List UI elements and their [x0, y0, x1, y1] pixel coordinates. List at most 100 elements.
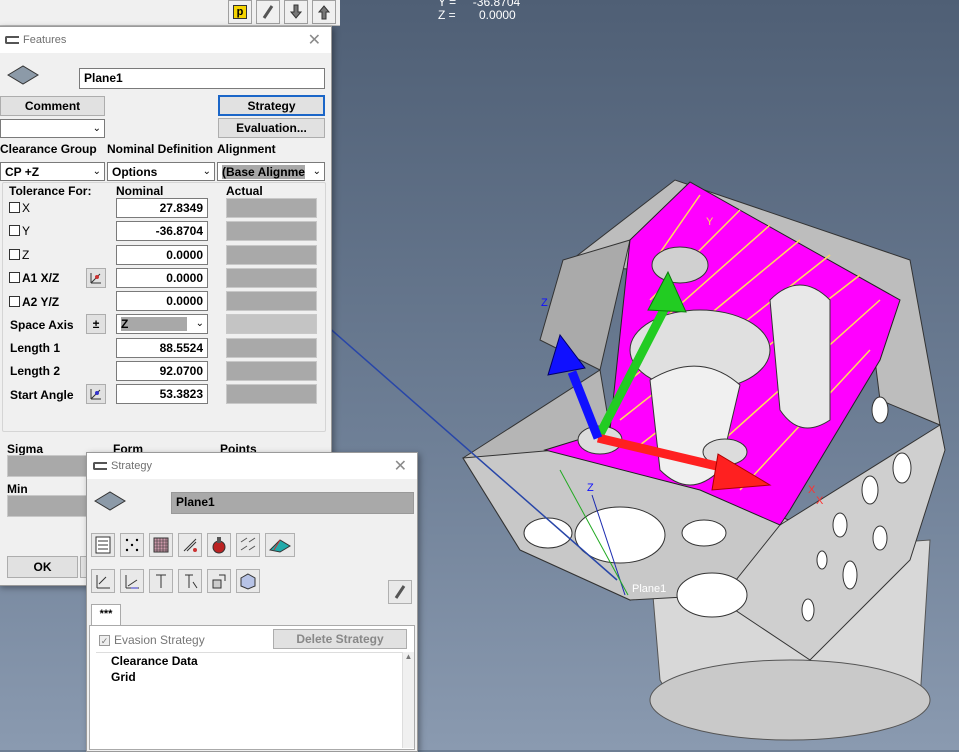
features-titlebar: Features ✕	[0, 27, 331, 53]
plane-icon	[6, 64, 40, 85]
actual-z-field	[226, 245, 317, 265]
tab-stars[interactable]: ***	[91, 604, 121, 626]
row-a1-label: A1 X/Z	[22, 271, 60, 285]
actual-length1-field	[226, 338, 317, 358]
nominal-column-label: Nominal	[116, 184, 164, 198]
align-y-icon[interactable]	[120, 569, 144, 593]
tree-item-grid[interactable]: Grid	[111, 670, 136, 684]
tab-stars-label: ***	[99, 608, 113, 620]
tolerance-for-label: Tolerance For:	[9, 184, 92, 198]
alignment-value: (Base Alignme	[222, 165, 305, 179]
feature-name-input[interactable]: Plane1	[79, 68, 325, 89]
space-axis-label: Space Axis	[10, 318, 74, 332]
length1-input[interactable]: 88.5524	[116, 338, 208, 358]
alignment-label: Alignment	[217, 142, 276, 156]
pattern-icon[interactable]	[236, 533, 260, 557]
delete-strategy-button[interactable]: Delete Strategy	[273, 629, 407, 649]
start-angle-input[interactable]: 53.3823	[116, 384, 208, 404]
actual-column-label: Actual	[226, 184, 263, 198]
space-axis-value: Z	[121, 317, 187, 331]
evasion-strategy-checkbox[interactable]: ✓ Evasion Strategy	[99, 633, 205, 647]
align-z-icon[interactable]	[149, 569, 173, 593]
strategy-window-icon	[93, 462, 107, 470]
close-icon[interactable]: ✕	[308, 30, 321, 50]
tolerance-a1-checkbox[interactable]: A1 X/Z	[9, 271, 59, 285]
clearance-group-select[interactable]: CP +Z ⌄	[0, 162, 105, 181]
plane-label: Plane1	[632, 583, 667, 595]
tolerance-a2-checkbox[interactable]: A2 Y/Z	[9, 295, 59, 309]
axis-label-y: Y	[706, 216, 714, 228]
actual-y-field	[226, 221, 317, 241]
pencil-icon[interactable]	[256, 0, 280, 24]
row-z-label: Z	[22, 248, 30, 262]
chevron-down-icon: ⌄	[312, 166, 321, 177]
actual-length2-field	[226, 361, 317, 381]
strategy-name-field: Plane1	[171, 492, 414, 514]
plus-minus-button[interactable]: ±	[86, 314, 106, 334]
feature-type-select[interactable]: ⌄	[0, 119, 105, 138]
alignment-select[interactable]: (Base Alignme ⌄	[217, 162, 325, 181]
actual-start-angle-field	[226, 384, 317, 404]
nominal-a2-input[interactable]: 0.0000	[116, 291, 208, 311]
nominal-z-input[interactable]: 0.0000	[116, 245, 208, 265]
axis-label-x: X	[808, 484, 816, 496]
clearance-group-value: CP +Z	[5, 165, 40, 179]
space-axis-select[interactable]: Z ⌄	[116, 314, 208, 334]
surface-scan-icon[interactable]	[265, 533, 295, 557]
grid-icon[interactable]	[149, 533, 173, 557]
length1-label: Length 1	[10, 341, 60, 355]
align-t-icon[interactable]	[178, 569, 202, 593]
length2-label: Length 2	[10, 364, 60, 378]
nominal-definition-select[interactable]: Options ⌄	[107, 162, 215, 181]
features-window-icon	[5, 36, 19, 44]
axis-label-z-bottom: Z	[587, 482, 594, 494]
arrow-down-icon[interactable]	[284, 0, 308, 24]
p-button[interactable]: p	[228, 0, 252, 24]
p-label: p	[232, 5, 248, 19]
angle-pick-icon-2[interactable]	[86, 384, 106, 404]
arrow-up-icon[interactable]	[312, 0, 336, 24]
evaluation-button[interactable]: Evaluation...	[218, 118, 325, 138]
ok-button[interactable]: OK	[7, 556, 78, 578]
strategy-title: Strategy	[111, 460, 152, 472]
tolerance-z-checkbox[interactable]: Z	[9, 248, 29, 262]
chevron-down-icon: ⌄	[92, 166, 101, 177]
sigma-field	[7, 455, 92, 477]
angle-pick-icon[interactable]	[86, 268, 106, 288]
align-x-icon[interactable]	[91, 569, 115, 593]
comment-button[interactable]: Comment	[0, 96, 105, 116]
scan-line-icon[interactable]	[178, 533, 202, 557]
min-label: Min	[7, 482, 28, 496]
cube-icon[interactable]	[236, 569, 260, 593]
actual-a1-field	[226, 268, 317, 288]
sigma-label: Sigma	[7, 442, 44, 456]
nominal-y-input[interactable]: -36.8704	[116, 221, 208, 241]
chevron-down-icon: ⌄	[195, 318, 204, 329]
nominal-definition-label: Nominal Definition	[107, 142, 213, 156]
length2-input[interactable]: 92.0700	[116, 361, 208, 381]
nominal-x-input[interactable]: 27.8349	[116, 198, 208, 218]
list-icon[interactable]	[91, 533, 115, 557]
min-field	[7, 495, 92, 517]
tolerance-y-checkbox[interactable]: Y	[9, 224, 30, 238]
tree-item-clearance-data[interactable]: Clearance Data	[111, 654, 198, 668]
evasion-strategy-label: Evasion Strategy	[114, 633, 205, 647]
strategy-button[interactable]: Strategy	[218, 95, 325, 116]
readout-z: Z = 0.0000	[438, 8, 516, 22]
close-icon[interactable]: ✕	[394, 456, 407, 476]
actual-a2-field	[226, 291, 317, 311]
scrollbar[interactable]: ▲	[402, 652, 414, 748]
transform-icon[interactable]	[207, 569, 231, 593]
clearance-group-label: Clearance Group	[0, 142, 97, 156]
tolerance-x-checkbox[interactable]: X	[9, 201, 30, 215]
chevron-down-icon: ⌄	[202, 166, 211, 177]
plane-icon	[93, 490, 127, 511]
nominal-a1-input[interactable]: 0.0000	[116, 268, 208, 288]
axis-label-z-top: Z	[541, 297, 548, 309]
edit-pencil-icon[interactable]	[388, 580, 412, 604]
probe-icon[interactable]	[207, 533, 231, 557]
coordinate-readout: Y = -36.8704 Z = 0.0000	[438, 0, 520, 22]
points-icon[interactable]	[120, 533, 144, 557]
row-a2-label: A2 Y/Z	[22, 295, 60, 309]
actual-space-axis-field	[226, 314, 317, 334]
